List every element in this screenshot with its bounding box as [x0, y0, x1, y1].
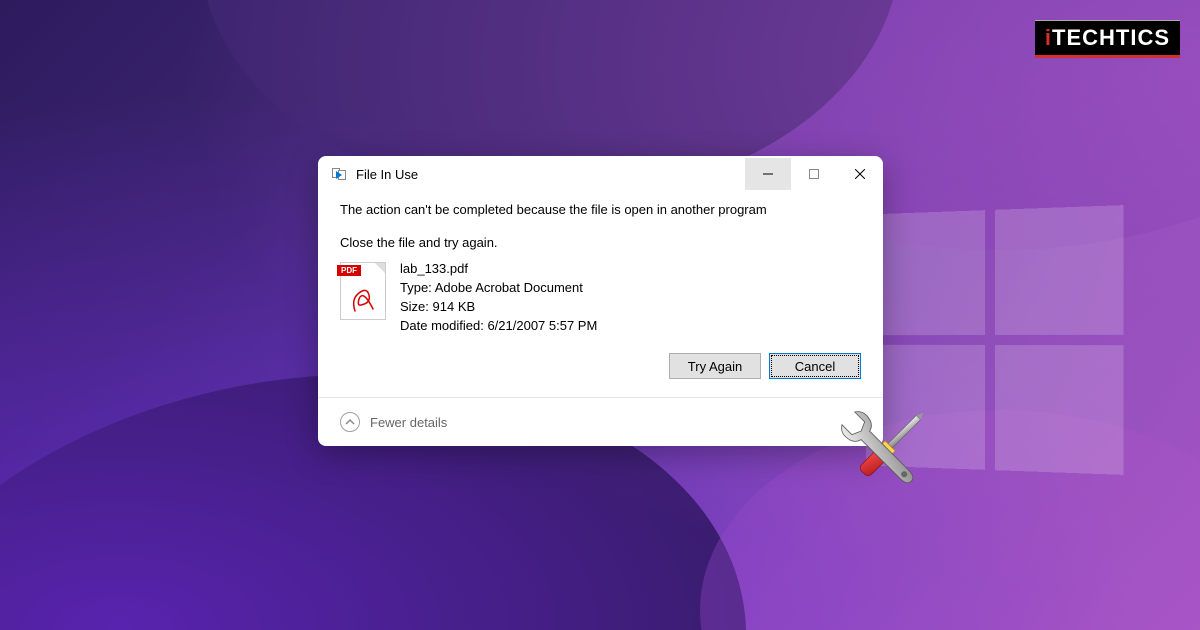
fewer-details-link[interactable]: Fewer details: [370, 415, 447, 430]
minimize-button[interactable]: [745, 158, 791, 190]
file-type: Type: Adobe Acrobat Document: [400, 279, 597, 298]
dialog-body: The action can't be completed because th…: [318, 192, 883, 397]
file-details: lab_133.pdf Type: Adobe Acrobat Document…: [400, 260, 597, 335]
dialog-footer: Fewer details: [318, 397, 883, 446]
instruction-text: Close the file and try again.: [340, 235, 861, 250]
file-info-row: PDF lab_133.pdf Type: Adobe Acrobat Docu…: [340, 260, 861, 335]
file-modified: Date modified: 6/21/2007 5:57 PM: [400, 317, 597, 336]
wrench-screwdriver-icon: [828, 398, 938, 508]
chevron-up-icon[interactable]: [340, 412, 360, 432]
close-button[interactable]: [837, 158, 883, 190]
file-transfer-icon: [332, 166, 348, 182]
window-controls: [745, 158, 883, 190]
maximize-button[interactable]: [791, 158, 837, 190]
site-watermark: iTECHTICS: [1035, 20, 1180, 58]
dialog-button-row: Try Again Cancel: [340, 353, 861, 379]
file-name: lab_133.pdf: [400, 260, 597, 279]
watermark-accent: i: [1045, 25, 1052, 50]
file-size: Size: 914 KB: [400, 298, 597, 317]
watermark-text: TECHTICS: [1052, 25, 1170, 50]
dialog-title: File In Use: [356, 167, 745, 182]
pdf-badge: PDF: [337, 265, 361, 276]
cancel-button[interactable]: Cancel: [769, 353, 861, 379]
error-message: The action can't be completed because th…: [340, 202, 861, 217]
file-in-use-dialog: File In Use The action can't be complete…: [318, 156, 883, 446]
try-again-button[interactable]: Try Again: [669, 353, 761, 379]
pdf-file-icon: PDF: [340, 262, 386, 320]
dialog-titlebar[interactable]: File In Use: [318, 156, 883, 192]
